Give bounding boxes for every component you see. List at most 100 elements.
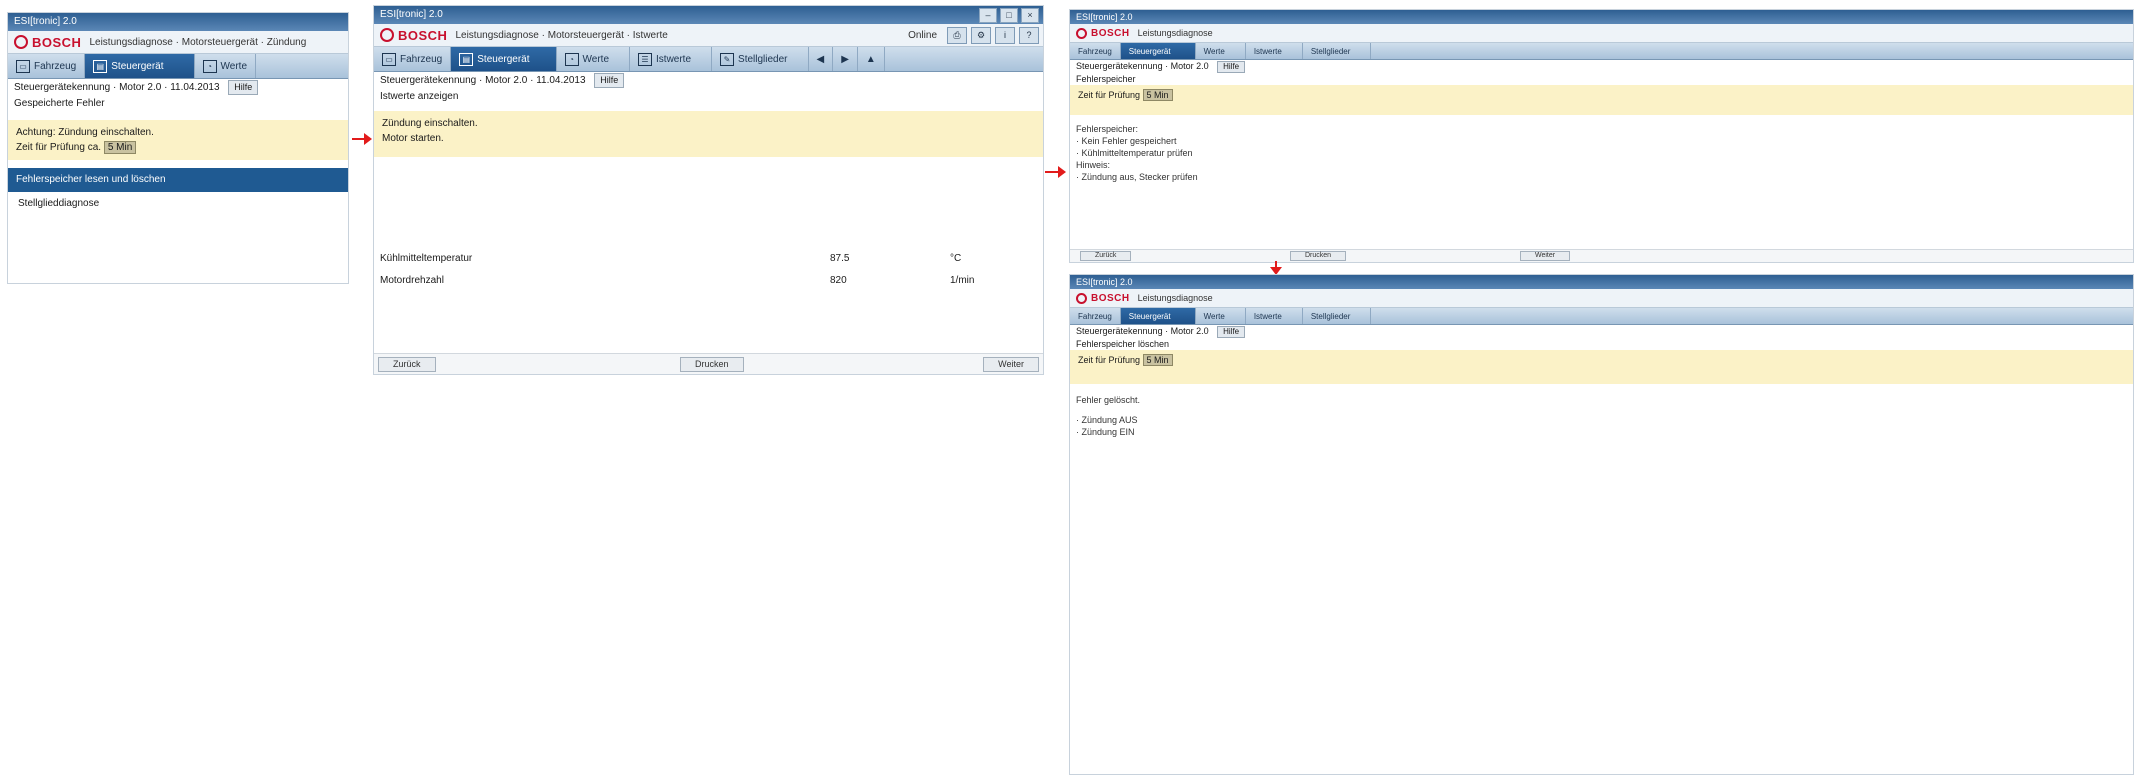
tab-steuergeraet[interactable]: Steuergerät (1120, 308, 1196, 324)
tab-bar: Fahrzeug Steuergerät Werte Istwerte Stel… (1070, 43, 2133, 60)
detail-line: · Zündung EIN (1076, 427, 1135, 437)
arrow-head (1058, 166, 1066, 178)
back-button[interactable]: Zurück (378, 357, 436, 372)
help-icon[interactable]: ? (1019, 27, 1039, 44)
help-button[interactable]: Hilfe (228, 80, 259, 95)
print-button[interactable]: Drucken (1290, 251, 1347, 261)
section-title: Fehlerspeicher (1076, 74, 1136, 84)
tab-werte[interactable]: ◔ Werte (557, 47, 631, 71)
screen3-window: ESI[tronic] 2.0 BOSCH Leistungsdiagnose … (1069, 9, 2134, 263)
nav-back-button[interactable]: ◀ (809, 47, 834, 71)
info-line: Steuergerätekennung · Motor 2.0 Hilfe (1070, 60, 2133, 73)
help-button[interactable]: Hilfe (1217, 326, 1246, 338)
detail-text: Fehlerspeicher: · Kein Fehler gespeicher… (1070, 115, 2133, 183)
print-button[interactable]: Drucken (680, 357, 744, 372)
tab-bar: ▭ Fahrzeug ▤ Steuergerät ◔ Werte ☰ Istwerte … (374, 47, 1043, 72)
nav-forward-button[interactable]: ▶ (833, 47, 858, 71)
tab-stellglieder[interactable]: ✎ Stellglieder (712, 47, 809, 71)
value-number: 87.5 (830, 253, 850, 264)
breadcrumb: Leistungsdiagnose · Motorsteuergerät · Z… (89, 36, 307, 48)
nav-up-button[interactable]: ▲ (858, 47, 885, 71)
brand-name: BOSCH (1091, 292, 1130, 304)
next-button[interactable]: Weiter (1520, 251, 1571, 261)
value-unit: °C (950, 253, 962, 264)
detail-line: · Zündung AUS (1076, 415, 1138, 425)
bosch-logo-icon (380, 28, 394, 42)
help-button[interactable]: Hilfe (594, 73, 625, 88)
notice-text: Zeit für Prüfung ca. (16, 142, 102, 153)
tab-stellglieder[interactable]: Stellglieder (1303, 308, 1372, 324)
flow-arrow-down (1270, 261, 1282, 275)
brand-bar: BOSCH Leistungsdiagnose · Motorsteuerger… (374, 24, 1043, 47)
title-bar: ESI[tronic] 2.0 – □ × (374, 6, 1043, 24)
detail-line: Fehlerspeicher: (1076, 124, 1139, 134)
notice-line: Achtung: Zündung einschalten. (16, 127, 154, 138)
back-button[interactable]: Zurück (1080, 251, 1132, 261)
flow-arrow-right (352, 133, 372, 145)
value-name: Motordrehzahl (380, 275, 444, 286)
info-line: Steuergerätekennung · Motor 2.0 · 11.04.… (374, 72, 1043, 89)
tab-fahrzeug[interactable]: Fahrzeug (1070, 43, 1121, 59)
value-number: 820 (830, 275, 847, 286)
window-title: ESI[tronic] 2.0 (1076, 277, 1133, 287)
info-line: Steuergerätekennung · Motor 2.0 · 11.04.… (8, 79, 348, 96)
notice-highlight: 5 Min (103, 141, 137, 154)
list-item[interactable]: Stellglieddiagnose (8, 196, 348, 212)
next-button[interactable]: Weiter (983, 357, 1039, 372)
info-icon[interactable]: i (995, 27, 1015, 44)
status-label: Online (908, 30, 937, 41)
notice-box: Zeit für Prüfung 5 Min (1070, 350, 2133, 384)
breadcrumb: Leistungsdiagnose (1137, 293, 1213, 303)
window-controls: – □ × (979, 8, 1039, 23)
tab-fahrzeug[interactable]: ▭ Fahrzeug (8, 54, 86, 78)
tab-stellglieder[interactable]: Stellglieder (1303, 43, 1372, 59)
detail-line: · Kein Fehler gespeichert (1076, 136, 1177, 146)
ecu-info: Steuergerätekennung · Motor 2.0 · 11.04.… (14, 82, 220, 93)
help-button[interactable]: Hilfe (1217, 61, 1246, 73)
brand-name: BOSCH (398, 27, 448, 43)
notice-highlight: 5 Min (1142, 354, 1173, 366)
tab-steuergeraet[interactable]: ▤ Steuergerät (85, 54, 195, 78)
ecu-info: Steuergerätekennung · Motor 2.0 (1076, 326, 1209, 336)
close-button[interactable]: × (1021, 8, 1039, 23)
bottom-bar: Zurück Drucken Weiter (374, 353, 1043, 374)
tab-bar: Fahrzeug Steuergerät Werte Istwerte Stel… (1070, 308, 2133, 325)
print-icon[interactable]: ⎙ (947, 27, 967, 44)
tab-werte[interactable]: Werte (1196, 308, 1246, 324)
maximize-button[interactable]: □ (1000, 8, 1018, 23)
list-item-selected[interactable]: Fehlerspeicher lesen und löschen (8, 168, 348, 192)
flow-arrow-right (1045, 166, 1067, 178)
tab-steuergeraet[interactable]: Steuergerät (1120, 43, 1196, 59)
detail-text: Fehler gelöscht. · Zündung AUS · Zündung… (1070, 384, 2133, 438)
table-row: Kühlmitteltemperatur 87.5 °C (380, 248, 1037, 270)
tab-werte[interactable]: ◔ Werte (195, 54, 257, 78)
tab-werte[interactable]: Werte (1196, 43, 1246, 59)
detail-line: · Kühlmitteltemperatur prüfen (1076, 148, 1193, 158)
screen4-window: ESI[tronic] 2.0 BOSCH Leistungsdiagnose … (1069, 274, 2134, 775)
breadcrumb: Leistungsdiagnose · Motorsteuergerät · I… (455, 29, 668, 41)
tab-fahrzeug[interactable]: Fahrzeug (1070, 308, 1121, 324)
notice-line: Zündung einschalten. (382, 118, 478, 129)
car-icon: ▭ (16, 59, 30, 73)
title-bar: ESI[tronic] 2.0 (1070, 10, 2133, 24)
detail-title: Fehler gelöscht. (1076, 395, 1141, 405)
brand-name: BOSCH (1091, 27, 1130, 39)
chevron-left-icon: ◀ (816, 53, 825, 65)
arrow-head (364, 133, 372, 145)
minimize-button[interactable]: – (979, 8, 997, 23)
section-title: Fehlerspeicher löschen (1076, 339, 1170, 349)
tab-fahrzeug[interactable]: ▭ Fahrzeug (374, 47, 452, 71)
window-title: ESI[tronic] 2.0 (14, 16, 77, 27)
notice-box: Zeit für Prüfung 5 Min (1070, 85, 2133, 115)
tab-istwerte[interactable]: Istwerte (1246, 43, 1303, 59)
ecu-info: Steuergerätekennung · Motor 2.0 · 11.04.… (380, 75, 586, 86)
arrow-shaft (1045, 171, 1058, 173)
tab-istwerte[interactable]: ☰ Istwerte (630, 47, 713, 71)
tab-label: Werte (582, 53, 610, 65)
tab-steuergeraet[interactable]: ▤ Steuergerät (451, 47, 557, 71)
settings-icon[interactable]: ⚙ (971, 27, 991, 44)
notice-text: Zeit für Prüfung (1078, 355, 1141, 365)
notice-highlight: 5 Min (1142, 89, 1173, 101)
notice-box: Achtung: Zündung einschalten. Zeit für P… (8, 120, 348, 160)
tab-istwerte[interactable]: Istwerte (1246, 308, 1303, 324)
